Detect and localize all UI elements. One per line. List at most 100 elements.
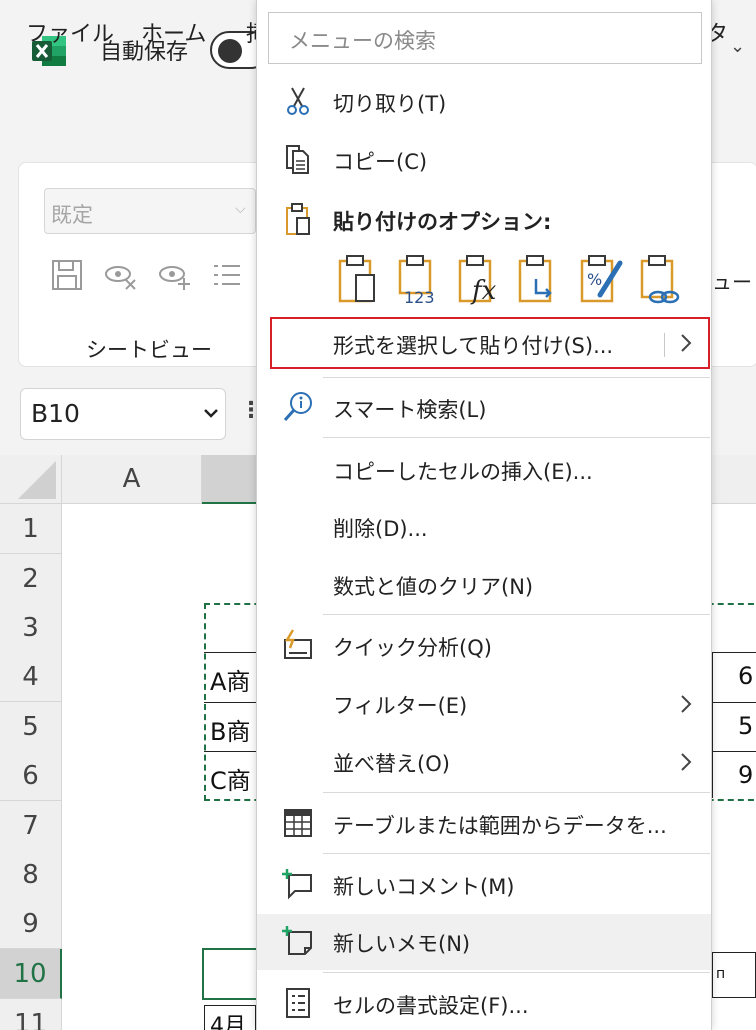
row-header-8[interactable]: 8 bbox=[0, 850, 62, 900]
paste-formulas-icon[interactable]: fx bbox=[454, 253, 504, 305]
paste-link-icon[interactable] bbox=[636, 253, 686, 305]
name-box[interactable]: B10 bbox=[20, 388, 226, 440]
new-view-icon[interactable] bbox=[158, 258, 192, 292]
menu-separator bbox=[323, 972, 710, 973]
paste-values-icon[interactable]: 123 bbox=[394, 253, 444, 305]
chevron-down-icon: ⌵ bbox=[235, 201, 246, 217]
highlight-box bbox=[270, 317, 710, 369]
menu-item-smart-lookup[interactable]: スマート検索(L) bbox=[257, 380, 711, 436]
menu-item-delete[interactable]: 削除(D)... bbox=[257, 499, 711, 555]
menu-item-cut[interactable]: 切り取り(T) bbox=[257, 74, 711, 130]
copy-icon bbox=[286, 145, 309, 174]
cell-value-row5[interactable]: 5 bbox=[738, 712, 753, 740]
row-header-7[interactable]: 7 bbox=[0, 801, 62, 851]
menu-separator bbox=[323, 377, 710, 378]
ribbon-group-label: シートビュー bbox=[86, 338, 212, 362]
sheet-view-select[interactable]: 既定 ⌵ bbox=[44, 188, 256, 234]
cell-border bbox=[204, 652, 256, 653]
cell-border bbox=[204, 751, 256, 752]
paste-transpose-icon[interactable] bbox=[514, 253, 564, 305]
smart-lookup-icon bbox=[283, 392, 312, 422]
menu-item-quick-analysis[interactable]: クイック分析(Q) bbox=[257, 618, 711, 674]
row-header-3[interactable]: 3 bbox=[0, 603, 62, 653]
menu-item-new-comment[interactable]: 新しいコメント(M) bbox=[257, 857, 711, 913]
paste-formatting-icon[interactable]: % bbox=[576, 253, 626, 305]
menu-item-label: 削除(D)... bbox=[333, 517, 428, 541]
menu-separator bbox=[323, 853, 710, 854]
chevron-right-icon bbox=[681, 695, 692, 713]
menu-item-label: 数式と値のクリア(N) bbox=[333, 575, 534, 599]
menu-item-copy[interactable]: コピー(C) bbox=[257, 132, 711, 188]
menu-item-label: 新しいメモ(N) bbox=[333, 932, 471, 956]
new-comment-icon bbox=[282, 869, 312, 900]
cell-b5[interactable]: B商 bbox=[210, 712, 250, 747]
ribbon-right-label: ュー bbox=[712, 270, 752, 294]
row-header-4[interactable]: 4 bbox=[0, 652, 62, 702]
quick-access-more-icon[interactable]: ⌄ bbox=[730, 36, 745, 57]
save-view-icon[interactable] bbox=[50, 258, 84, 292]
svg-text:fx: fx bbox=[470, 276, 497, 305]
row-header-9[interactable]: 9 bbox=[0, 899, 62, 949]
menu-item-label: 並べ替え(O) bbox=[333, 752, 450, 776]
cell-border bbox=[712, 652, 713, 798]
exit-view-icon[interactable] bbox=[104, 258, 138, 292]
menu-item-label: クイック分析(Q) bbox=[333, 636, 492, 660]
row-header-5[interactable]: 5 bbox=[0, 702, 62, 752]
cell-border bbox=[712, 702, 756, 703]
menu-item-clear-contents[interactable]: 数式と値のクリア(N) bbox=[257, 557, 711, 613]
scissors-icon bbox=[287, 87, 309, 115]
cell-value-row4[interactable]: 6 bbox=[738, 662, 753, 690]
options-list-icon[interactable] bbox=[210, 258, 244, 292]
svg-text:123: 123 bbox=[404, 288, 435, 305]
menu-item-filter[interactable]: フィルター(E) bbox=[257, 676, 711, 732]
menu-item-label: セルの書式設定(F)... bbox=[333, 994, 529, 1018]
paste-icon[interactable] bbox=[334, 253, 384, 305]
row-header-1[interactable]: 1 bbox=[0, 504, 62, 554]
menu-item-format-cells[interactable]: セルの書式設定(F)... bbox=[257, 976, 711, 1030]
tab-file[interactable]: ファイル bbox=[26, 16, 114, 48]
row-header-6[interactable]: 6 bbox=[0, 751, 62, 801]
menu-item-label: コピーしたセルの挿入(E)... bbox=[333, 460, 593, 484]
cell-value-row6[interactable]: 9 bbox=[738, 761, 753, 789]
cell-border bbox=[712, 751, 756, 752]
menu-separator bbox=[323, 437, 710, 438]
svg-text:%: % bbox=[587, 270, 602, 289]
name-box-value: B10 bbox=[31, 399, 80, 428]
menu-item-new-note[interactable]: 新しいメモ(N) bbox=[257, 914, 711, 970]
cell-border bbox=[204, 702, 256, 703]
menu-item-label: 新しいコメント(M) bbox=[333, 875, 515, 899]
chevron-right-icon bbox=[681, 753, 692, 771]
menu-item-label: 切り取り(T) bbox=[333, 92, 447, 116]
menu-item-sort[interactable]: 並べ替え(O) bbox=[257, 734, 711, 790]
column-header-a[interactable]: A bbox=[62, 455, 202, 504]
cell-border bbox=[712, 652, 756, 653]
row-header-11[interactable]: 11 bbox=[0, 999, 62, 1030]
menu-item-label: スマート検索(L) bbox=[333, 398, 487, 422]
cell-value-row10: п bbox=[716, 966, 726, 982]
menu-separator bbox=[323, 614, 710, 615]
quick-analysis-icon bbox=[284, 629, 312, 659]
menu-search-placeholder: メニューの検索 bbox=[289, 29, 436, 53]
format-cells-icon bbox=[286, 988, 310, 1018]
menu-search-input[interactable]: メニューの検索 bbox=[268, 12, 702, 64]
column-header-b[interactable] bbox=[202, 455, 262, 504]
cell-b4[interactable]: A商 bbox=[210, 662, 250, 697]
chevron-down-icon[interactable] bbox=[203, 405, 219, 421]
menu-section-label: 貼り付けのオプション: bbox=[333, 210, 552, 234]
menu-item-table-from-range[interactable]: テーブルまたは範囲からデータを... bbox=[257, 796, 711, 852]
menu-separator bbox=[323, 792, 710, 793]
menu-item-label: コピー(C) bbox=[333, 150, 428, 174]
tab-home[interactable]: ホーム bbox=[141, 16, 206, 48]
cell-b6[interactable]: C商 bbox=[210, 761, 251, 796]
toggle-knob bbox=[218, 39, 242, 63]
new-note-icon bbox=[282, 926, 312, 955]
clipboard-icon bbox=[286, 203, 310, 235]
menu-item-insert-copied-cells[interactable]: コピーしたセルの挿入(E)... bbox=[257, 442, 711, 498]
row-header-2[interactable]: 2 bbox=[0, 554, 62, 604]
select-all-triangle-icon bbox=[18, 461, 56, 499]
cell-b11-text: 4月 bbox=[210, 1014, 246, 1030]
row-header-10[interactable]: 10 bbox=[0, 949, 62, 999]
menu-item-label: フィルター(E) bbox=[333, 694, 468, 718]
active-cell-b10[interactable] bbox=[202, 948, 258, 1000]
sheet-view-value: 既定 bbox=[51, 203, 93, 227]
